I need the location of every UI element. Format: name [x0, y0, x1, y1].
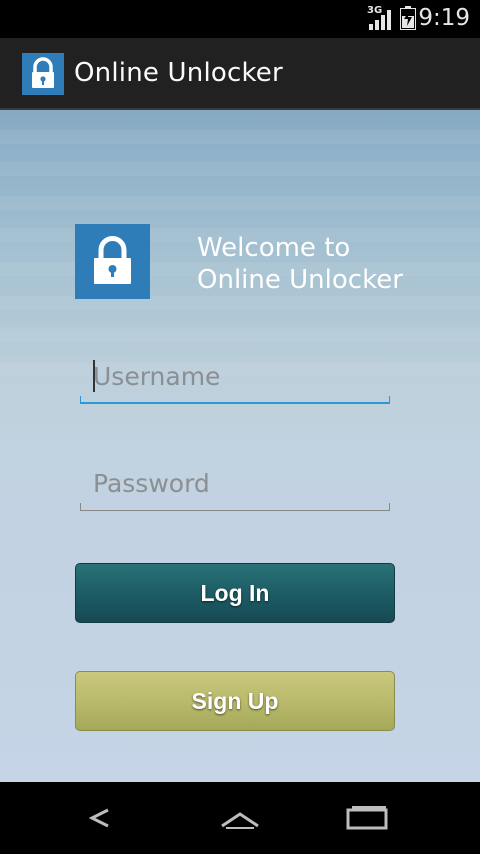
app-icon[interactable]	[22, 53, 64, 95]
battery-icon	[400, 6, 416, 30]
welcome-line-2: Online Unlocker	[197, 265, 403, 295]
password-input[interactable]	[80, 463, 390, 503]
login-button[interactable]: Log In	[75, 563, 395, 623]
recent-apps-icon[interactable]	[346, 800, 390, 836]
welcome-line-1: Welcome to	[197, 233, 351, 263]
action-bar: Online Unlocker	[0, 38, 480, 110]
login-screen: Welcome to Online Unlocker Log In Sign U…	[0, 110, 480, 782]
back-icon[interactable]	[78, 800, 122, 836]
password-underline	[80, 503, 390, 511]
username-field[interactable]	[80, 356, 390, 404]
signup-button[interactable]: Sign Up	[75, 671, 395, 731]
username-underline	[80, 396, 390, 404]
lock-icon	[94, 236, 131, 284]
welcome-message: Welcome to Online Unlocker	[197, 232, 437, 296]
text-cursor	[93, 360, 95, 392]
password-field[interactable]	[80, 463, 390, 511]
status-bar: 3G 9:19	[0, 0, 480, 38]
navigation-bar	[0, 782, 480, 854]
home-icon[interactable]	[218, 800, 262, 836]
lock-icon	[32, 57, 54, 88]
username-input[interactable]	[80, 356, 390, 396]
app-title: Online Unlocker	[74, 58, 283, 88]
signal-icon	[369, 10, 391, 30]
logo	[75, 224, 150, 299]
clock: 9:19	[418, 5, 470, 31]
